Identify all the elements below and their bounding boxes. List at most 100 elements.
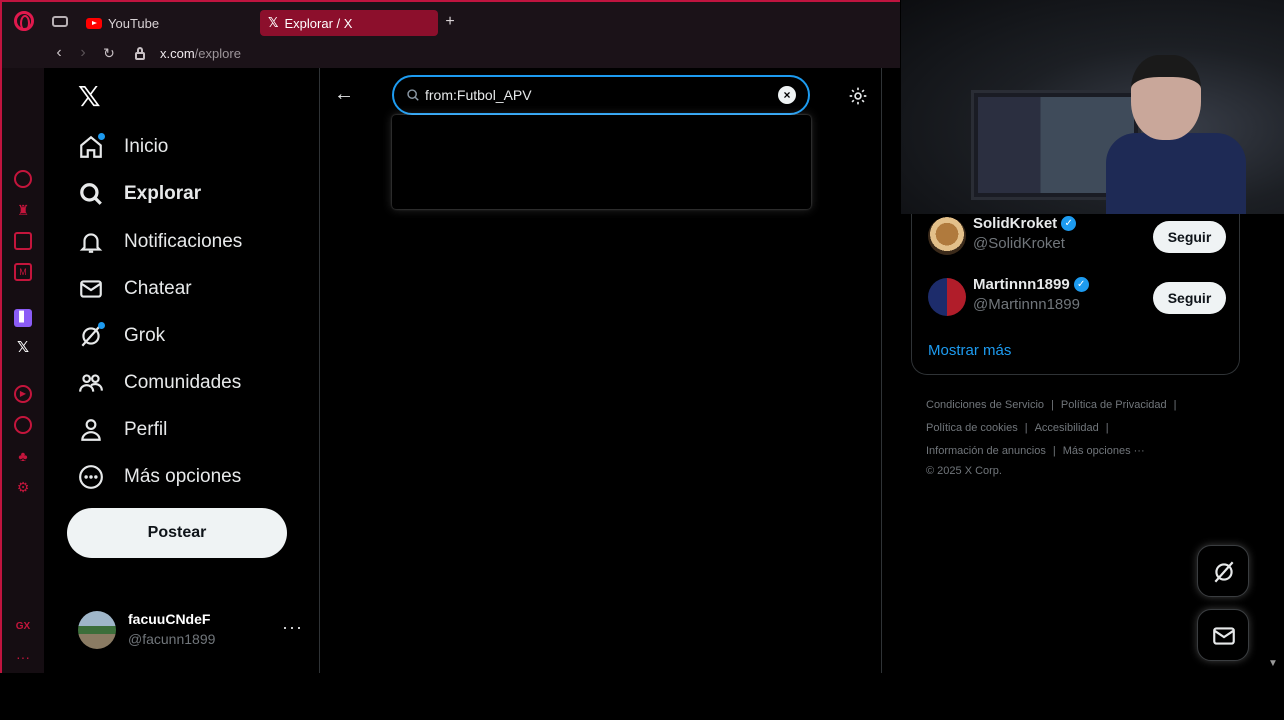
search-input[interactable]: from:Futbol_APV bbox=[425, 87, 532, 103]
nav-item-grok[interactable]: Grok bbox=[78, 319, 165, 353]
follow-suggestion[interactable]: SolidKroket ✓ @SolidKroket Seguir bbox=[928, 213, 1226, 261]
footer-link[interactable]: Política de cookies bbox=[926, 422, 1018, 434]
url-field[interactable]: x.com/explore bbox=[160, 46, 241, 61]
tab-label: YouTube bbox=[108, 15, 160, 31]
webcam-overlay bbox=[901, 0, 1284, 214]
webcam-person bbox=[1106, 55, 1246, 214]
account-handle: @facunn1899 bbox=[128, 631, 216, 647]
follow-button[interactable]: Seguir bbox=[1153, 221, 1226, 253]
nav-item-chatear[interactable]: Chatear bbox=[78, 272, 192, 306]
nav-item-inicio[interactable]: Inicio bbox=[78, 130, 168, 164]
search-icon bbox=[78, 181, 104, 207]
lock-icon[interactable] bbox=[134, 47, 146, 60]
nav-label: Perfil bbox=[124, 419, 168, 440]
footer-link[interactable]: Más opciones ··· bbox=[1063, 445, 1145, 457]
mail-icon bbox=[78, 276, 104, 302]
browser-chrome: YouTube 𝕏 Explorar / X + ‹ › ↻ x.com/exp… bbox=[0, 0, 900, 68]
nav-item-notificaciones[interactable]: Notificaciones bbox=[78, 225, 242, 259]
sidebar-more-icon[interactable]: ··· bbox=[14, 648, 32, 666]
account-more-icon[interactable]: ··· bbox=[282, 617, 303, 638]
person-icon bbox=[78, 417, 104, 443]
more-circle-icon bbox=[78, 464, 104, 490]
home-icon bbox=[78, 133, 105, 160]
refresh-icon[interactable] bbox=[14, 170, 32, 188]
suggestion-handle: @Martinnn1899 bbox=[973, 296, 1080, 313]
opera-sidebar: ♜ M ▋ 𝕏 ▶ ♣ ⚙ GX ··· bbox=[0, 68, 44, 673]
youtube-icon bbox=[86, 17, 102, 29]
messages-float-button[interactable] bbox=[1197, 609, 1249, 661]
search-dropdown bbox=[392, 115, 811, 209]
suggestion-name: SolidKroket ✓ bbox=[973, 215, 1077, 232]
tab-explorar[interactable]: 𝕏 Explorar / X bbox=[260, 10, 438, 36]
search-box[interactable]: from:Futbol_APV × bbox=[392, 75, 810, 115]
address-bar: ‹ › ↻ x.com/explore bbox=[2, 40, 902, 68]
search-settings-icon[interactable] bbox=[848, 86, 868, 106]
extensions-icon[interactable]: ♣ bbox=[14, 447, 32, 465]
post-button[interactable]: Postear bbox=[67, 508, 287, 558]
verified-badge-icon: ✓ bbox=[1073, 277, 1089, 292]
bottom-letterbox bbox=[0, 673, 1284, 720]
people-icon bbox=[78, 370, 104, 396]
account-switcher[interactable]: facuuCNdeF @facunn1899 ··· bbox=[78, 609, 303, 651]
avatar bbox=[928, 278, 966, 316]
video-off-icon[interactable] bbox=[14, 232, 32, 250]
footer-link[interactable]: Política de Privacidad bbox=[1061, 399, 1167, 411]
twitch-icon[interactable]: ▋ bbox=[14, 309, 32, 327]
follow-button[interactable]: Seguir bbox=[1153, 282, 1226, 314]
nav-label: Comunidades bbox=[124, 372, 242, 393]
footer-link[interactable]: Condiciones de Servicio bbox=[926, 399, 1044, 411]
tab-label: Explorar / X bbox=[284, 15, 353, 31]
suggestion-handle: @SolidKroket bbox=[973, 235, 1065, 252]
nav-label: Grok bbox=[124, 325, 166, 346]
clear-search-icon[interactable]: × bbox=[778, 86, 796, 104]
new-tab-button[interactable]: + bbox=[442, 12, 458, 32]
x-favicon-icon: 𝕏 bbox=[268, 15, 279, 30]
footer-link[interactable]: Información de anuncios bbox=[926, 445, 1046, 457]
suggestion-name: Martinnn1899 ✓ bbox=[973, 276, 1089, 293]
x-app-icon[interactable]: 𝕏 bbox=[14, 339, 32, 357]
tab-youtube[interactable]: YouTube bbox=[78, 10, 256, 36]
x-left-nav: 𝕏 Inicio Explorar Notificaciones Chatear… bbox=[44, 68, 319, 673]
gamepad-icon[interactable] bbox=[52, 16, 68, 27]
back-arrow-icon[interactable]: ← bbox=[334, 83, 358, 107]
nav-item-mas-opciones[interactable]: Más opciones bbox=[78, 460, 241, 494]
nav-item-explorar[interactable]: Explorar bbox=[78, 177, 201, 211]
footer-link[interactable]: Accesibilidad bbox=[1035, 422, 1099, 434]
footer-links: Condiciones de Servicio | Política de Priv… bbox=[926, 399, 1177, 477]
avatar bbox=[928, 217, 966, 255]
tab-bar: YouTube 𝕏 Explorar / X + bbox=[2, 2, 902, 40]
bot-icon[interactable]: ♜ bbox=[14, 201, 32, 219]
grok-icon bbox=[78, 322, 105, 349]
search-icon bbox=[407, 89, 419, 101]
copyright: © 2025 X Corp. bbox=[926, 465, 1002, 477]
screen: YouTube 𝕏 Explorar / X + ‹ › ↻ x.com/exp… bbox=[0, 0, 1284, 720]
who-to-follow-card: SolidKroket ✓ @SolidKroket Seguir Martinn… bbox=[911, 195, 1240, 375]
nav-label: Chatear bbox=[124, 278, 192, 299]
main-column: ← from:Futbol_APV × bbox=[319, 68, 882, 673]
mail-icon bbox=[1213, 627, 1235, 645]
forward-nav-icon[interactable]: › bbox=[74, 44, 92, 62]
scroll-down-icon[interactable]: ▼ bbox=[1268, 658, 1278, 669]
reload-icon[interactable]: ↻ bbox=[100, 45, 118, 62]
grok-icon bbox=[1214, 561, 1234, 583]
gx-label[interactable]: GX bbox=[14, 618, 32, 636]
nav-label: Explorar bbox=[124, 183, 202, 204]
nav-item-comunidades[interactable]: Comunidades bbox=[78, 366, 241, 400]
nav-label: Notificaciones bbox=[124, 231, 243, 252]
follow-suggestion[interactable]: Martinnn1899 ✓ @Martinnn1899 Seguir bbox=[928, 274, 1226, 322]
opera-logo-icon[interactable] bbox=[14, 11, 34, 31]
avatar bbox=[78, 611, 116, 649]
history-icon[interactable] bbox=[14, 416, 32, 434]
account-name: facuuCNdeF bbox=[128, 611, 211, 627]
show-more-link[interactable]: Mostrar más bbox=[928, 342, 1011, 359]
bell-icon bbox=[78, 229, 104, 255]
verified-badge-icon: ✓ bbox=[1061, 216, 1077, 231]
grok-float-button[interactable] bbox=[1197, 545, 1249, 597]
m-app-icon[interactable]: M bbox=[14, 263, 32, 281]
player-icon[interactable]: ▶ bbox=[14, 385, 32, 403]
settings-icon[interactable]: ⚙ bbox=[14, 478, 32, 496]
nav-label: Inicio bbox=[124, 136, 169, 157]
nav-item-perfil[interactable]: Perfil bbox=[78, 413, 167, 447]
back-nav-icon[interactable]: ‹ bbox=[50, 44, 68, 62]
x-logo-icon[interactable]: 𝕏 bbox=[78, 82, 108, 112]
